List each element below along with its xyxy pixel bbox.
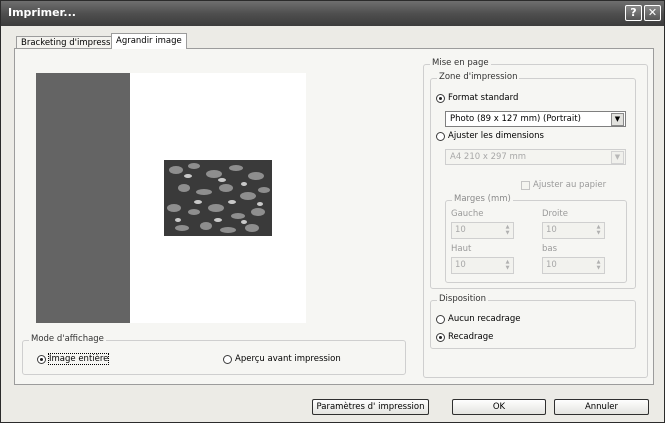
margin-top-value: 10 bbox=[455, 260, 466, 270]
help-button[interactable]: ? bbox=[625, 5, 642, 21]
title-bar[interactable]: Imprimer... ? ✕ bbox=[1, 1, 664, 26]
disposition-group: Disposition Aucun recadrage Recadrage bbox=[430, 294, 636, 349]
radio-label: Image entière bbox=[47, 353, 110, 365]
display-mode-legend: Mode d'affichage bbox=[29, 334, 106, 344]
radio-indicator bbox=[436, 131, 445, 141]
radio-indicator bbox=[436, 93, 445, 103]
tab-agrandir-image[interactable]: Agrandir image bbox=[111, 33, 187, 49]
chevron-down-icon[interactable]: ▼ bbox=[611, 151, 624, 164]
margin-left-input[interactable]: 10 ▲ ▼ bbox=[451, 222, 514, 239]
print-zone-legend: Zone d'impression bbox=[437, 72, 520, 82]
display-mode-group: Mode d'affichage Image entière Aperçu av… bbox=[22, 334, 406, 375]
paper-select[interactable]: A4 210 x 297 mm ▼ bbox=[445, 149, 626, 165]
page-layout-group: Mise en page Zone d'impression Format st… bbox=[423, 58, 648, 378]
paper-select-value: A4 210 x 297 mm bbox=[450, 152, 527, 162]
margin-bottom-value: 10 bbox=[546, 260, 557, 270]
close-button[interactable]: ✕ bbox=[644, 5, 661, 21]
radio-apercu[interactable]: Aperçu avant impression bbox=[223, 354, 341, 364]
photo-thumbnail bbox=[164, 160, 272, 236]
radio-label: Format standard bbox=[448, 93, 519, 103]
margin-right-input[interactable]: 10 ▲ ▼ bbox=[542, 222, 605, 239]
radio-image-entiere[interactable]: Image entière bbox=[37, 353, 110, 365]
disposition-legend: Disposition bbox=[437, 294, 489, 304]
radio-label: Recadrage bbox=[448, 332, 494, 342]
print-settings-button[interactable]: Paramètres d' impression bbox=[312, 399, 429, 415]
checkbox-box bbox=[521, 180, 530, 190]
radio-format-standard[interactable]: Format standard bbox=[436, 93, 518, 103]
format-select-value: Photo (89 x 127 mm) (Portrait) bbox=[450, 114, 581, 124]
radio-label: Ajuster les dimensions bbox=[448, 131, 544, 141]
radio-label: Aperçu avant impression bbox=[235, 354, 341, 364]
droite-label: Droite bbox=[542, 209, 568, 219]
margin-right-value: 10 bbox=[546, 225, 557, 235]
spinner-icon[interactable]: ▲ ▼ bbox=[594, 259, 603, 272]
radio-recadrage[interactable]: Recadrage bbox=[436, 332, 493, 342]
radio-indicator bbox=[223, 354, 232, 364]
gauche-label: Gauche bbox=[451, 209, 484, 219]
margin-bottom-input[interactable]: 10 ▲ ▼ bbox=[542, 257, 605, 274]
paper-preview bbox=[130, 73, 306, 323]
cancel-button[interactable]: Annuler bbox=[554, 399, 649, 415]
fit-paper-label: Ajuster au papier bbox=[533, 180, 607, 190]
print-zone-group: Zone d'impression Format standard Photo … bbox=[430, 72, 636, 289]
spinner-icon[interactable]: ▲ ▼ bbox=[503, 224, 512, 237]
spinner-icon[interactable]: ▲ ▼ bbox=[503, 259, 512, 272]
margins-group: Marges (mm) Gauche Droite 10 ▲ ▼ 10 ▲ ▼ Ha… bbox=[445, 194, 627, 283]
radio-ajuster-dimensions[interactable]: Ajuster les dimensions bbox=[436, 131, 544, 141]
radio-indicator bbox=[436, 314, 445, 324]
page-layout-legend: Mise en page bbox=[430, 58, 491, 68]
margins-legend: Marges (mm) bbox=[452, 194, 513, 204]
window-title: Imprimer... bbox=[8, 6, 76, 19]
radio-label: Aucun recadrage bbox=[448, 314, 521, 324]
print-preview bbox=[36, 73, 306, 323]
bas-label: bas bbox=[542, 244, 558, 254]
margin-left-value: 10 bbox=[455, 225, 466, 235]
radio-indicator bbox=[37, 354, 46, 364]
margin-top-input[interactable]: 10 ▲ ▼ bbox=[451, 257, 514, 274]
format-select[interactable]: Photo (89 x 127 mm) (Portrait) ▼ bbox=[445, 111, 626, 127]
spinner-icon[interactable]: ▲ ▼ bbox=[594, 224, 603, 237]
tab-panel: Mode d'affichage Image entière Aperçu av… bbox=[14, 48, 654, 385]
ok-button[interactable]: OK bbox=[452, 399, 546, 415]
radio-aucun-recadrage[interactable]: Aucun recadrage bbox=[436, 314, 521, 324]
fit-paper-checkbox[interactable]: Ajuster au papier bbox=[521, 180, 606, 190]
haut-label: Haut bbox=[451, 244, 472, 254]
chevron-down-icon[interactable]: ▼ bbox=[611, 113, 624, 126]
print-dialog: Imprimer... ? ✕ Bracketing d'impression … bbox=[0, 0, 665, 423]
radio-indicator bbox=[436, 332, 445, 342]
